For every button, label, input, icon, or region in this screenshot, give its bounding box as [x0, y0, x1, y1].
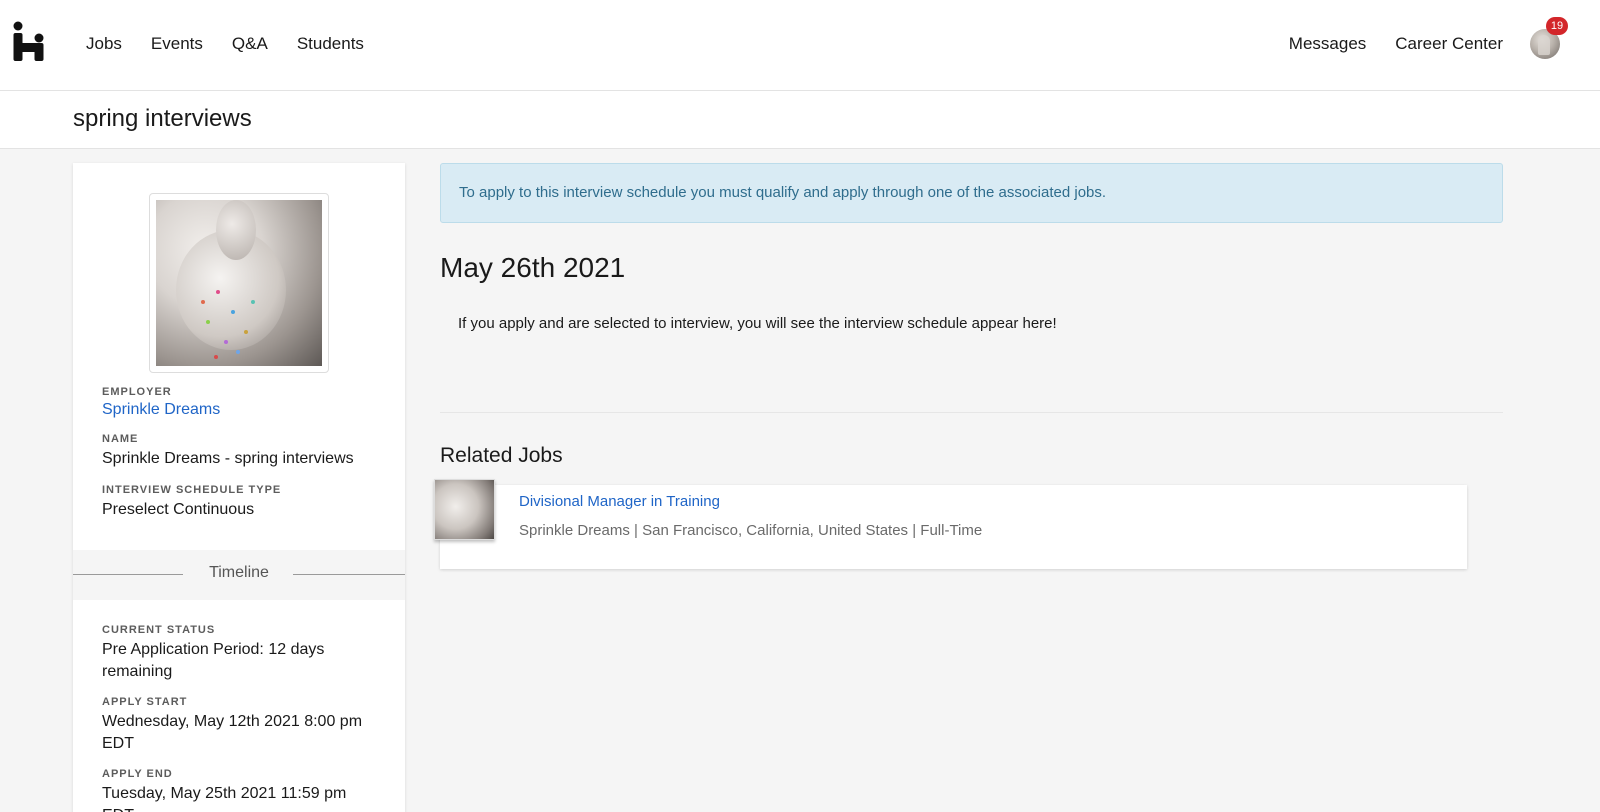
nav-messages[interactable]: Messages	[1289, 34, 1366, 54]
current-status-value: Pre Application Period: 12 days remainin…	[102, 641, 325, 680]
date-heading: May 26th 2021	[440, 252, 626, 283]
page-title: spring interviews	[73, 105, 252, 132]
section-divider	[440, 412, 1503, 413]
job-meta: Sprinkle Dreams | San Francisco, Califor…	[519, 522, 983, 539]
name-field: NAME Sprinkle Dreams - spring interviews	[102, 433, 382, 470]
schedule-type-label: INTERVIEW SCHEDULE TYPE	[102, 484, 282, 496]
info-alert: To apply to this interview schedule you …	[440, 163, 1503, 223]
current-status-field: CURRENT STATUS Pre Application Period: 1…	[102, 624, 382, 683]
user-menu[interactable]: 19	[1530, 16, 1568, 59]
employer-link[interactable]: Sprinkle Dreams	[102, 401, 382, 419]
apply-end-value: Tuesday, May 25th 2021 11:59 pm EDT	[102, 785, 347, 812]
nav-jobs[interactable]: Jobs	[86, 34, 122, 54]
alert-text: To apply to this interview schedule you …	[459, 184, 1107, 201]
schedule-details-sidebar: EMPLOYER Sprinkle Dreams NAME Sprinkle D…	[73, 163, 405, 812]
name-value: Sprinkle Dreams - spring interviews	[102, 450, 354, 467]
related-jobs-heading: Related Jobs	[440, 444, 563, 467]
employer-label: EMPLOYER	[102, 386, 172, 398]
apply-start-field: APPLY START Wednesday, May 12th 2021 8:0…	[102, 696, 382, 755]
nav-qa[interactable]: Q&A	[232, 34, 268, 54]
nav-career-center[interactable]: Career Center	[1395, 34, 1503, 54]
apply-start-label: APPLY START	[102, 696, 188, 708]
primary-nav: Jobs Events Q&A Students	[86, 0, 364, 87]
apply-end-label: APPLY END	[102, 768, 173, 780]
timeline-rule-right	[293, 574, 405, 575]
job-title-link[interactable]: Divisional Manager in Training	[519, 493, 720, 510]
schedule-info-text: If you apply and are selected to intervi…	[458, 315, 1057, 332]
top-nav: Jobs Events Q&A Students Messages Career…	[0, 0, 1600, 91]
notification-badge: 19	[1546, 16, 1568, 35]
employer-field: EMPLOYER Sprinkle Dreams	[102, 386, 382, 419]
name-label: NAME	[102, 433, 139, 445]
current-status-label: CURRENT STATUS	[102, 624, 216, 636]
handshake-logo-icon[interactable]	[12, 21, 46, 61]
nav-events[interactable]: Events	[151, 34, 203, 54]
timeline-divider: Timeline	[73, 550, 405, 600]
nav-students[interactable]: Students	[297, 34, 364, 54]
employer-photo-image	[156, 200, 322, 366]
timeline-label: Timeline	[209, 564, 269, 581]
schedule-type-value: Preselect Continuous	[102, 501, 255, 518]
schedule-type-field: INTERVIEW SCHEDULE TYPE Preselect Contin…	[102, 484, 382, 521]
secondary-nav: Messages Career Center 19	[1289, 0, 1568, 87]
page-header: spring interviews	[0, 91, 1600, 149]
employer-photo	[149, 193, 329, 373]
related-job-card[interactable]: Divisional Manager in Training Sprinkle …	[434, 479, 1467, 569]
apply-start-value: Wednesday, May 12th 2021 8:00 pm EDT	[102, 713, 363, 752]
job-employer-logo	[434, 479, 495, 540]
apply-end-field: APPLY END Tuesday, May 25th 2021 11:59 p…	[102, 768, 382, 812]
